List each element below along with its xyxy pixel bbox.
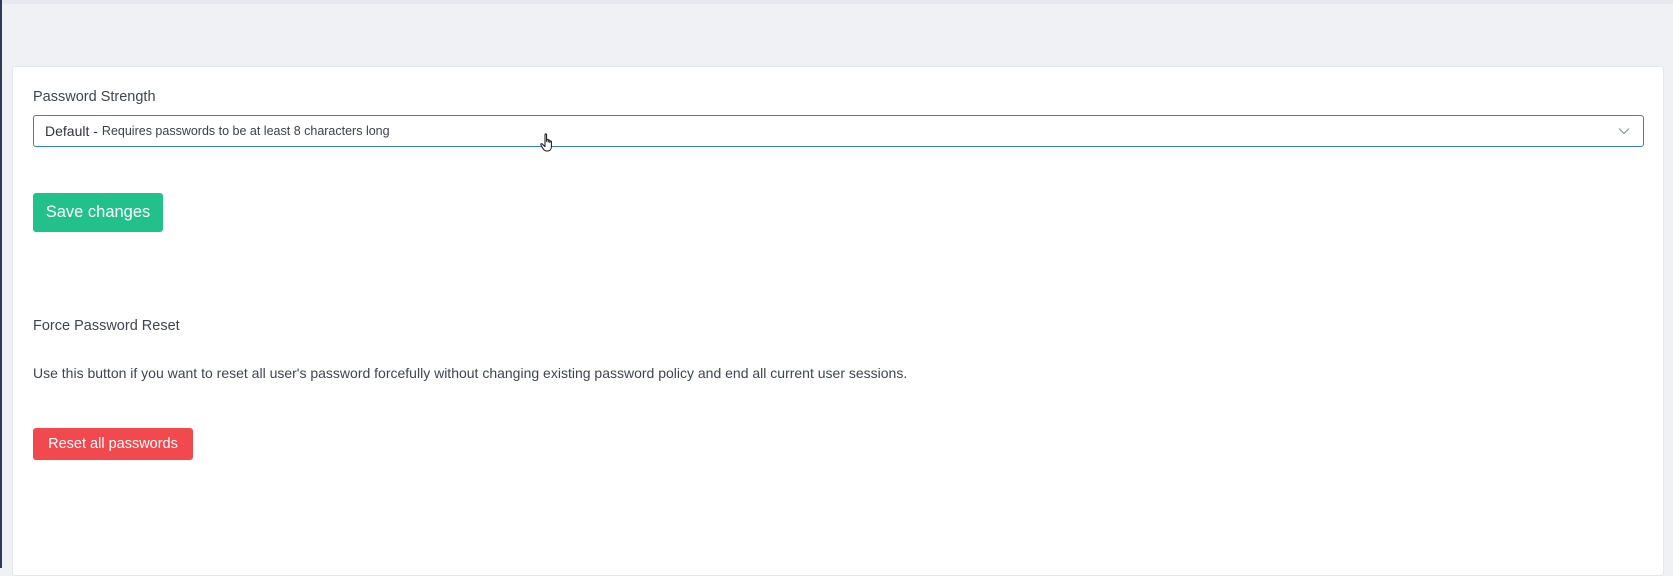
settings-card: Password Strength Default - Requires pas… bbox=[12, 66, 1664, 576]
reset-all-passwords-button[interactable]: Reset all passwords bbox=[33, 428, 193, 460]
selected-option-description: Requires passwords to be at least 8 char… bbox=[101, 124, 390, 138]
selected-option-name: Default - bbox=[45, 123, 98, 139]
hand-cursor-icon bbox=[540, 133, 552, 152]
chevron-down-icon bbox=[1618, 128, 1630, 135]
window-left-edge bbox=[0, 0, 2, 568]
force-password-reset-title: Force Password Reset bbox=[33, 318, 180, 334]
save-changes-button[interactable]: Save changes bbox=[33, 193, 163, 232]
top-strip bbox=[2, 0, 1673, 4]
force-password-reset-description: Use this button if you want to reset all… bbox=[33, 365, 908, 381]
password-strength-select[interactable]: Default - Requires passwords to be at le… bbox=[33, 115, 1644, 147]
password-strength-label: Password Strength bbox=[33, 89, 156, 105]
